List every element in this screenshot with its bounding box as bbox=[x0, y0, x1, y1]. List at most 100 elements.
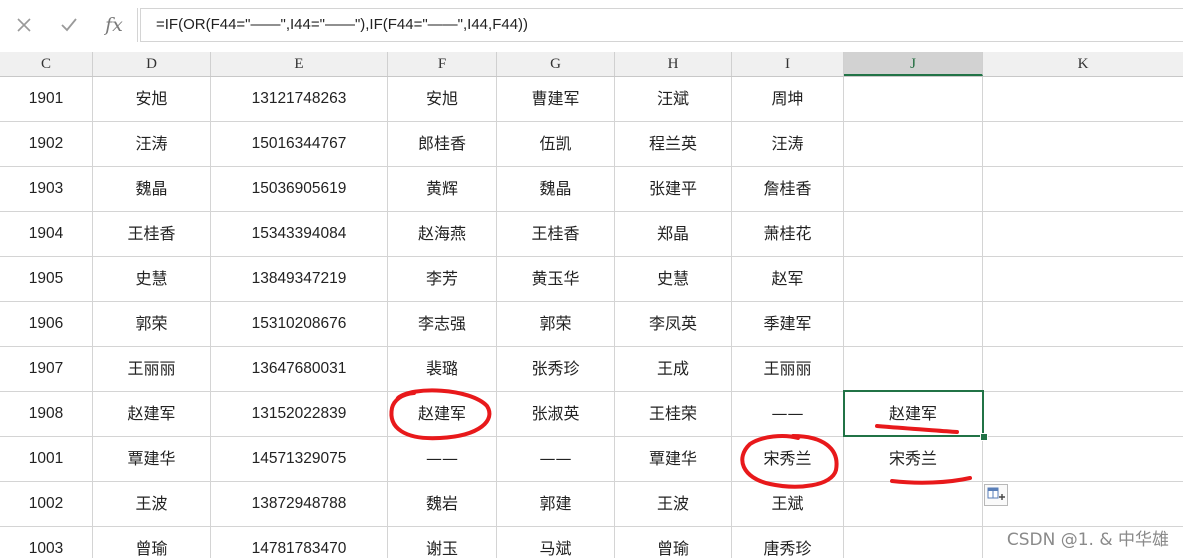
cell-d[interactable]: 安旭 bbox=[93, 77, 211, 121]
cell-d[interactable]: 王波 bbox=[93, 482, 211, 526]
cell-h[interactable]: 王成 bbox=[615, 347, 732, 391]
cell-c[interactable]: 1001 bbox=[0, 437, 93, 481]
cell-k[interactable] bbox=[983, 257, 1183, 301]
cell-d[interactable]: 魏晶 bbox=[93, 167, 211, 211]
column-header-k[interactable]: K bbox=[983, 52, 1183, 76]
cell-i[interactable]: 唐秀珍 bbox=[732, 527, 844, 558]
cell-j[interactable] bbox=[844, 212, 983, 256]
cell-h[interactable]: 覃建华 bbox=[615, 437, 732, 481]
cell-f[interactable]: 安旭 bbox=[388, 77, 497, 121]
cell-j[interactable]: 宋秀兰 bbox=[844, 437, 983, 481]
cell-c[interactable]: 1908 bbox=[0, 392, 93, 436]
cell-i[interactable]: 周坤 bbox=[732, 77, 844, 121]
cell-h[interactable]: 郑晶 bbox=[615, 212, 732, 256]
cell-i[interactable]: 詹桂香 bbox=[732, 167, 844, 211]
cell-i[interactable]: 萧桂花 bbox=[732, 212, 844, 256]
cell-f[interactable]: 魏岩 bbox=[388, 482, 497, 526]
column-header-g[interactable]: G bbox=[497, 52, 615, 76]
cell-e[interactable]: 15016344767 bbox=[211, 122, 388, 166]
cell-f[interactable]: 谢玉 bbox=[388, 527, 497, 558]
cell-c[interactable]: 1904 bbox=[0, 212, 93, 256]
formula-input[interactable]: =IF(OR(F44="——",I44="——"),IF(F44="——",I4… bbox=[140, 8, 1183, 42]
cell-h[interactable]: 李凤英 bbox=[615, 302, 732, 346]
cell-g[interactable]: 黄玉华 bbox=[497, 257, 615, 301]
cell-g[interactable]: 张秀珍 bbox=[497, 347, 615, 391]
cell-g[interactable]: 曹建军 bbox=[497, 77, 615, 121]
cell-k[interactable] bbox=[983, 392, 1183, 436]
cell-j[interactable] bbox=[844, 482, 983, 526]
column-header-f[interactable]: F bbox=[388, 52, 497, 76]
cell-g[interactable]: 魏晶 bbox=[497, 167, 615, 211]
cell-d[interactable]: 郭荣 bbox=[93, 302, 211, 346]
cell-k[interactable] bbox=[983, 437, 1183, 481]
cell-d[interactable]: 赵建军 bbox=[93, 392, 211, 436]
cell-g[interactable]: —— bbox=[497, 437, 615, 481]
cell-k[interactable] bbox=[983, 167, 1183, 211]
cell-e[interactable]: 14571329075 bbox=[211, 437, 388, 481]
column-header-d[interactable]: D bbox=[93, 52, 211, 76]
cell-k[interactable] bbox=[983, 347, 1183, 391]
cell-j[interactable]: 赵建军 bbox=[844, 392, 983, 436]
cell-i[interactable]: 季建军 bbox=[732, 302, 844, 346]
cancel-button[interactable] bbox=[6, 8, 42, 42]
insert-function-button[interactable]: fx bbox=[96, 8, 132, 42]
column-header-h[interactable]: H bbox=[615, 52, 732, 76]
cell-d[interactable]: 汪涛 bbox=[93, 122, 211, 166]
cell-c[interactable]: 1902 bbox=[0, 122, 93, 166]
cell-f[interactable]: 黄辉 bbox=[388, 167, 497, 211]
cell-i[interactable]: 汪涛 bbox=[732, 122, 844, 166]
cell-k[interactable] bbox=[983, 77, 1183, 121]
cell-g[interactable]: 伍凯 bbox=[497, 122, 615, 166]
cell-h[interactable]: 王桂荣 bbox=[615, 392, 732, 436]
cell-h[interactable]: 程兰英 bbox=[615, 122, 732, 166]
cell-f[interactable]: 赵海燕 bbox=[388, 212, 497, 256]
cell-e[interactable]: 14781783470 bbox=[211, 527, 388, 558]
cell-h[interactable]: 曾瑜 bbox=[615, 527, 732, 558]
cell-j[interactable] bbox=[844, 302, 983, 346]
cell-c[interactable]: 1901 bbox=[0, 77, 93, 121]
cell-i[interactable]: —— bbox=[732, 392, 844, 436]
cell-e[interactable]: 13121748263 bbox=[211, 77, 388, 121]
cell-e[interactable]: 15343394084 bbox=[211, 212, 388, 256]
cell-f[interactable]: 李芳 bbox=[388, 257, 497, 301]
fill-handle[interactable] bbox=[980, 433, 988, 441]
cell-f[interactable]: 裴璐 bbox=[388, 347, 497, 391]
column-header-j[interactable]: J bbox=[844, 52, 983, 76]
column-header-i[interactable]: I bbox=[732, 52, 844, 76]
cell-i[interactable]: 王斌 bbox=[732, 482, 844, 526]
cell-g[interactable]: 郭荣 bbox=[497, 302, 615, 346]
cell-c[interactable]: 1906 bbox=[0, 302, 93, 346]
cell-c[interactable]: 1002 bbox=[0, 482, 93, 526]
cell-h[interactable]: 史慧 bbox=[615, 257, 732, 301]
cell-g[interactable]: 马斌 bbox=[497, 527, 615, 558]
cell-h[interactable]: 张建平 bbox=[615, 167, 732, 211]
cell-c[interactable]: 1905 bbox=[0, 257, 93, 301]
cell-e[interactable]: 15036905619 bbox=[211, 167, 388, 211]
cell-j[interactable] bbox=[844, 122, 983, 166]
cell-g[interactable]: 郭建 bbox=[497, 482, 615, 526]
cell-f[interactable]: 李志强 bbox=[388, 302, 497, 346]
cell-j[interactable] bbox=[844, 347, 983, 391]
cell-f[interactable]: 郎桂香 bbox=[388, 122, 497, 166]
cell-i[interactable]: 宋秀兰 bbox=[732, 437, 844, 481]
cell-j[interactable] bbox=[844, 527, 983, 558]
enter-button[interactable] bbox=[51, 8, 87, 42]
cell-d[interactable]: 覃建华 bbox=[93, 437, 211, 481]
cell-i[interactable]: 王丽丽 bbox=[732, 347, 844, 391]
cell-g[interactable]: 王桂香 bbox=[497, 212, 615, 256]
cell-j[interactable] bbox=[844, 167, 983, 211]
cell-j[interactable] bbox=[844, 77, 983, 121]
cell-k[interactable] bbox=[983, 302, 1183, 346]
column-header-c[interactable]: C bbox=[0, 52, 93, 76]
cell-d[interactable]: 王丽丽 bbox=[93, 347, 211, 391]
cell-i[interactable]: 赵军 bbox=[732, 257, 844, 301]
cell-d[interactable]: 史慧 bbox=[93, 257, 211, 301]
cell-f[interactable]: —— bbox=[388, 437, 497, 481]
cell-k[interactable] bbox=[983, 122, 1183, 166]
cell-d[interactable]: 王桂香 bbox=[93, 212, 211, 256]
cell-c[interactable]: 1907 bbox=[0, 347, 93, 391]
cell-k[interactable] bbox=[983, 212, 1183, 256]
quick-analysis-button[interactable] bbox=[984, 484, 1008, 506]
column-header-e[interactable]: E bbox=[211, 52, 388, 76]
cell-e[interactable]: 13152022839 bbox=[211, 392, 388, 436]
